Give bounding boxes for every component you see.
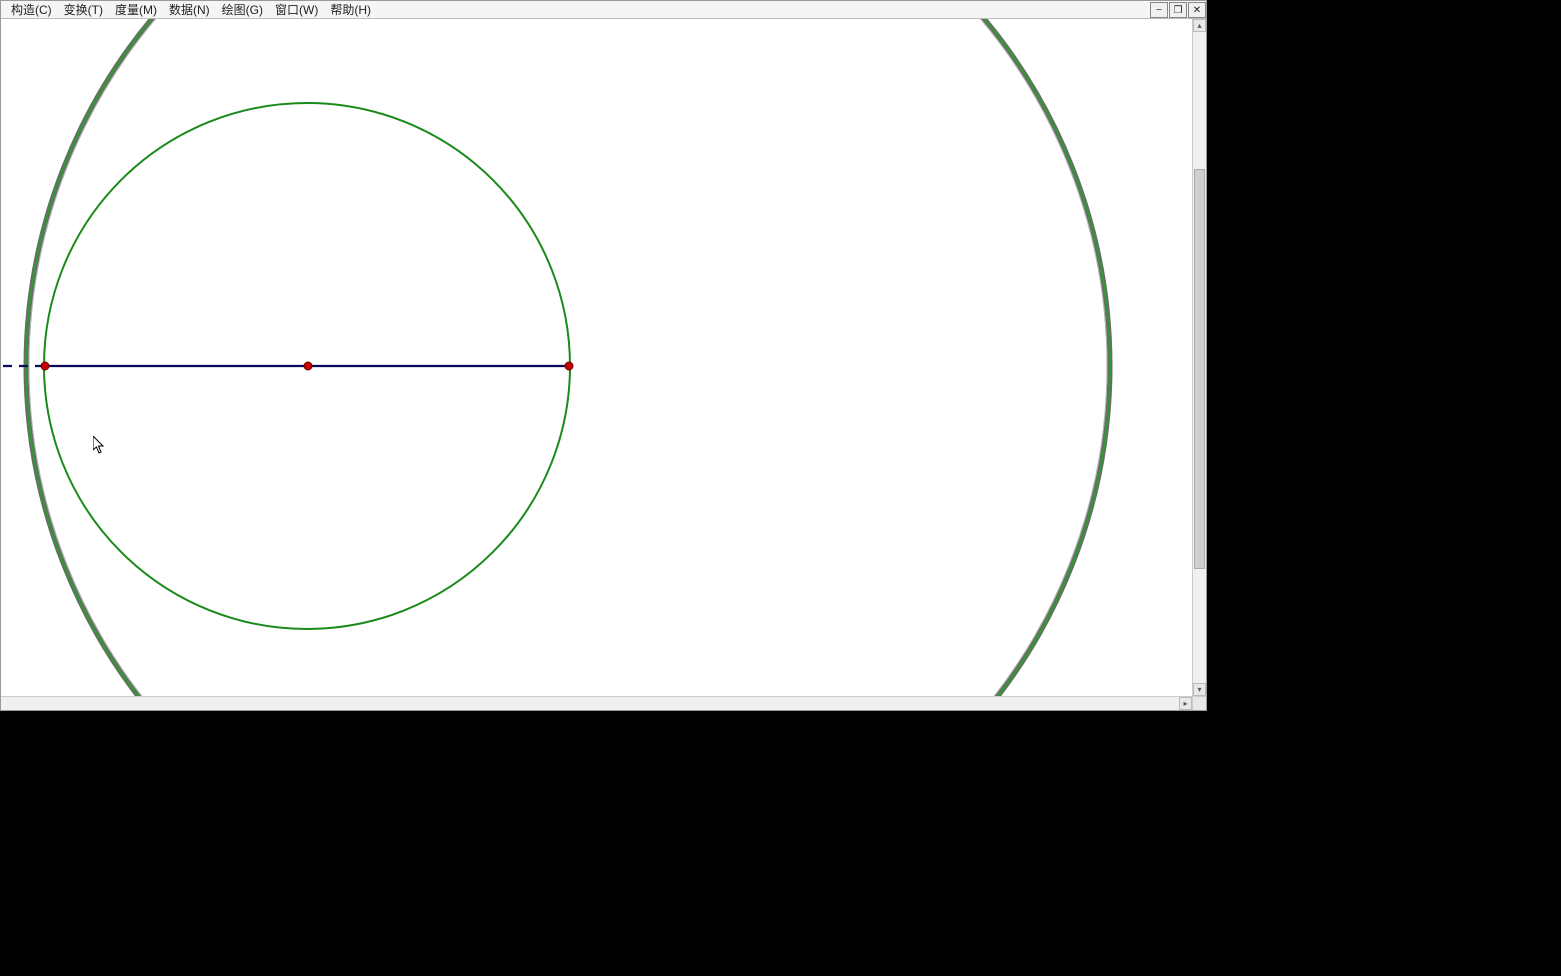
minimize-button[interactable]: − bbox=[1150, 2, 1168, 18]
scrollbar-horizontal[interactable]: ▸ bbox=[1, 696, 1192, 710]
window-controls: − ❐ ✕ bbox=[1149, 1, 1206, 19]
outer-circle[interactable] bbox=[26, 19, 1110, 696]
point-left[interactable] bbox=[41, 362, 49, 370]
menu-graph[interactable]: 绘图(G) bbox=[216, 0, 269, 19]
outer-circle-inner-highlight bbox=[29, 19, 1107, 696]
canvas[interactable] bbox=[1, 19, 1192, 696]
menubar: 构造(C) 变换(T) 度量(M) 数据(N) 绘图(G) 窗口(W) 帮助(H… bbox=[1, 1, 1206, 19]
maximize-button[interactable]: ❐ bbox=[1169, 2, 1187, 18]
close-button[interactable]: ✕ bbox=[1188, 2, 1206, 18]
scroll-thumb-vertical[interactable] bbox=[1194, 169, 1205, 569]
app-window: 构造(C) 变换(T) 度量(M) 数据(N) 绘图(G) 窗口(W) 帮助(H… bbox=[0, 0, 1207, 711]
scroll-up-icon[interactable]: ▴ bbox=[1193, 19, 1206, 32]
menu-number[interactable]: 数据(N) bbox=[163, 0, 216, 19]
menu-window[interactable]: 窗口(W) bbox=[269, 0, 324, 19]
menu-construct[interactable]: 构造(C) bbox=[5, 0, 58, 19]
menu-help[interactable]: 帮助(H) bbox=[324, 0, 377, 19]
resize-grip-icon[interactable] bbox=[1192, 696, 1206, 710]
point-center[interactable] bbox=[304, 362, 312, 370]
letterbox-right bbox=[1207, 0, 1561, 976]
sketch-svg bbox=[1, 19, 1192, 696]
point-right[interactable] bbox=[565, 362, 573, 370]
menu-measure[interactable]: 度量(M) bbox=[109, 0, 163, 19]
scroll-down-icon[interactable]: ▾ bbox=[1193, 683, 1206, 696]
outer-circle-shadow[interactable] bbox=[26, 19, 1110, 696]
scroll-right-icon[interactable]: ▸ bbox=[1179, 697, 1192, 710]
scrollbar-vertical[interactable]: ▴ ▾ bbox=[1192, 19, 1206, 696]
menu-transform[interactable]: 变换(T) bbox=[58, 0, 109, 19]
